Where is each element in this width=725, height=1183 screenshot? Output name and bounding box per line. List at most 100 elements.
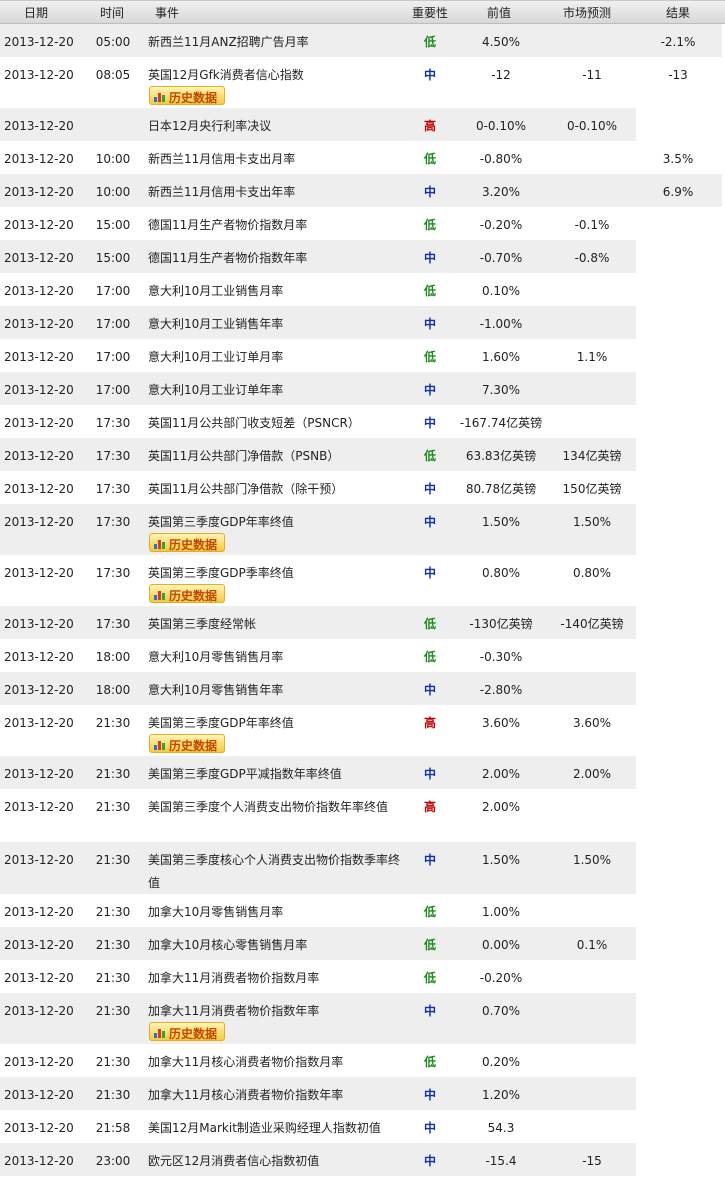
- bar-chart-icon: [154, 1027, 166, 1038]
- forecast-cell: 3.60%: [572, 716, 612, 730]
- bar-chart-icon: [154, 91, 166, 102]
- previous-value-cell: 1.60%: [481, 350, 521, 364]
- table-row: 2013-12-20 21:30 加拿大11月核心消费者物价指数月率 低 0.20%: [0, 1044, 725, 1077]
- importance-badge: 中: [423, 416, 436, 430]
- header-event: 事件: [155, 6, 180, 20]
- result-cell: 6.9%: [662, 185, 694, 199]
- previous-value-cell: 0.20%: [481, 1055, 521, 1069]
- event-cell: 美国第三季度GDP平减指数年率终值: [148, 767, 342, 781]
- time-cell: 21:30: [95, 938, 131, 952]
- importance-badge: 中: [423, 853, 436, 867]
- previous-value-cell: 63.83亿英镑: [465, 449, 537, 463]
- previous-value-cell: 2.00%: [481, 800, 521, 814]
- event-cell: 英国11月公共部门收支短差（PSNCR）: [148, 416, 360, 430]
- date-cell: 2013-12-20: [4, 1004, 74, 1018]
- importance-badge: 中: [423, 566, 436, 580]
- forecast-cell: 0-0.10%: [566, 119, 618, 133]
- table-row: 2013-12-20 17:30 英国第三季度GDP季率终值 中 0.80% 0.80% 历…: [0, 555, 725, 606]
- time-cell: 10:00: [95, 185, 131, 199]
- event-cell: 意大利10月工业销售年率: [148, 317, 284, 331]
- previous-value-cell: -0.20%: [479, 971, 523, 985]
- time-cell: 17:30: [95, 566, 131, 580]
- importance-badge: 低: [423, 152, 436, 166]
- date-cell: 2013-12-20: [4, 716, 74, 730]
- previous-value-cell: 1.00%: [481, 905, 521, 919]
- history-data-button[interactable]: 历史数据: [149, 1022, 225, 1041]
- time-cell: 21:30: [95, 905, 131, 919]
- event-cell: 加拿大11月核心消费者物价指数年率: [148, 1088, 344, 1102]
- table-row: 2013-12-20 18:00 意大利10月零售销售年率 中 -2.80%: [0, 672, 725, 705]
- event-cell: 英国12月Gfk消费者信心指数: [148, 68, 304, 82]
- importance-badge: 低: [423, 449, 436, 463]
- event-cell: 欧元区12月消费者信心指数初值: [148, 1154, 320, 1168]
- importance-badge: 高: [423, 800, 436, 814]
- time-cell: 23:00: [95, 1154, 131, 1168]
- importance-badge: 中: [423, 482, 436, 496]
- previous-value-cell: 54.3: [487, 1121, 515, 1135]
- event-cell: 英国第三季度经常帐: [148, 617, 257, 631]
- table-row: 2013-12-20 23:00 欧元区12月消费者信心指数初值 中 -15.4 -15: [0, 1143, 725, 1176]
- history-data-button[interactable]: 历史数据: [149, 734, 225, 753]
- time-cell: 17:00: [95, 350, 131, 364]
- table-row: 2013-12-20 21:30 美国第三季度GDP年率终值 高 3.60% 3.60% 历…: [0, 705, 725, 756]
- time-cell: 17:30: [95, 515, 131, 529]
- time-cell: 08:05: [95, 68, 131, 82]
- date-cell: 2013-12-20: [4, 1055, 74, 1069]
- date-cell: 2013-12-20: [4, 218, 74, 232]
- importance-badge: 中: [423, 767, 436, 781]
- previous-value-cell: -130亿英镑: [469, 617, 533, 631]
- event-cell: 加拿大11月消费者物价指数月率: [148, 971, 320, 985]
- bar-chart-icon: [154, 538, 166, 549]
- table-row: 2013-12-20 21:58 美国12月Markit制造业采购经理人指数初值 中 5…: [0, 1110, 725, 1143]
- importance-badge: 中: [423, 383, 436, 397]
- importance-badge: 低: [423, 650, 436, 664]
- table-row: 2013-12-20 21:30 美国第三季度个人消费支出物价指数年率终值 高 2.00…: [0, 789, 725, 842]
- previous-value-cell: -2.80%: [479, 683, 523, 697]
- forecast-cell: -0.1%: [574, 218, 610, 232]
- history-data-button[interactable]: 历史数据: [149, 86, 225, 105]
- importance-badge: 高: [423, 119, 436, 133]
- event-cell: 美国12月Markit制造业采购经理人指数初值: [148, 1121, 381, 1135]
- history-data-label: 历史数据: [169, 538, 218, 552]
- event-cell: 意大利10月工业销售月率: [148, 284, 284, 298]
- date-cell: 2013-12-20: [4, 482, 74, 496]
- importance-badge: 低: [423, 350, 436, 364]
- time-cell: 21:30: [95, 800, 131, 814]
- importance-badge: 中: [423, 1088, 436, 1102]
- header-importance: 重要性: [412, 6, 449, 20]
- date-cell: 2013-12-20: [4, 119, 74, 133]
- event-cell: 英国第三季度GDP季率终值: [148, 566, 294, 580]
- event-cell: 英国第三季度GDP年率终值: [148, 515, 294, 529]
- importance-badge: 中: [423, 515, 436, 529]
- event-cell: 意大利10月零售销售年率: [148, 683, 284, 697]
- forecast-cell: -11: [582, 68, 602, 82]
- event-cell: 意大利10月工业订单年率: [148, 383, 284, 397]
- forecast-cell: 0.1%: [576, 938, 608, 952]
- header-forecast: 市场预测: [563, 6, 612, 20]
- previous-value-cell: 0.70%: [481, 1004, 521, 1018]
- table-header: 日期 时间 事件 重要性 前值 市场预测 结果: [0, 0, 725, 24]
- previous-value-cell: 0-0.10%: [475, 119, 527, 133]
- importance-badge: 低: [423, 1055, 436, 1069]
- table-row: 2013-12-20 17:00 意大利10月工业订单年率 中 7.30%: [0, 372, 725, 405]
- table-row: 2013-12-20 10:00 新西兰11月信用卡支出年率 中 3.20% 6.9%: [0, 174, 725, 207]
- time-cell: 10:00: [95, 152, 131, 166]
- importance-badge: 中: [423, 251, 436, 265]
- event-cell: 美国第三季度GDP年率终值: [148, 716, 294, 730]
- previous-value-cell: 0.80%: [481, 566, 521, 580]
- forecast-cell: 1.50%: [572, 515, 612, 529]
- importance-badge: 低: [423, 218, 436, 232]
- event-cell: 新西兰11月ANZ招聘广告月率: [148, 35, 309, 49]
- previous-value-cell: 80.78亿英镑: [465, 482, 537, 496]
- date-cell: 2013-12-20: [4, 905, 74, 919]
- table-row: 2013-12-20 17:00 意大利10月工业销售年率 中 -1.00%: [0, 306, 725, 339]
- date-cell: 2013-12-20: [4, 1088, 74, 1102]
- history-data-button[interactable]: 历史数据: [149, 533, 225, 552]
- previous-value-cell: -0.70%: [479, 251, 523, 265]
- date-cell: 2013-12-20: [4, 683, 74, 697]
- history-data-button[interactable]: 历史数据: [149, 584, 225, 603]
- economic-calendar-table: 日期 时间 事件 重要性 前值 市场预测 结果 2013-12-20 05:00 新…: [0, 0, 725, 1176]
- history-data-label: 历史数据: [169, 589, 218, 603]
- date-cell: 2013-12-20: [4, 35, 74, 49]
- time-cell: 21:30: [95, 767, 131, 781]
